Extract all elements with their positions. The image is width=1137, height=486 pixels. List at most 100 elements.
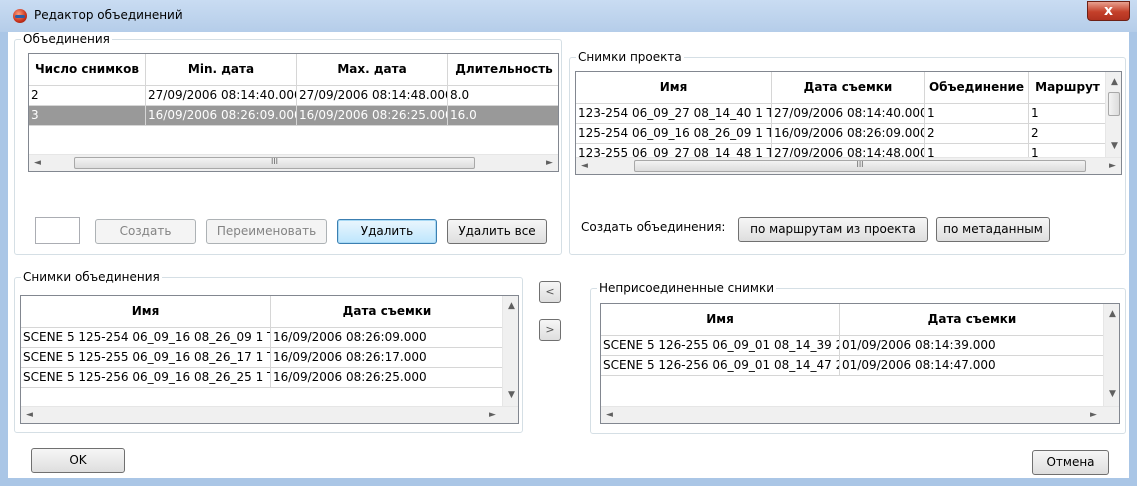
cell-name: SCENE 5 125-254 06_09_16 08_26_09 1 T — [21, 328, 271, 347]
cell-date: 27/09/2006 08:14:40.000 — [772, 104, 925, 123]
delete-button[interactable]: Удалить — [337, 219, 437, 244]
table-row[interactable]: SCENE 5 126-255 06_09_01 08_14_39 2 T 01… — [601, 336, 1104, 356]
move-left-button[interactable]: < — [539, 281, 561, 303]
scroll-left-icon[interactable]: ◄ — [601, 407, 618, 423]
rename-button[interactable]: Переименовать — [206, 219, 327, 244]
col-date[interactable]: Дата съемки — [772, 72, 925, 103]
table-row[interactable]: 2 27/09/2006 08:14:40.000 27/09/2006 08:… — [29, 86, 558, 106]
groupings-group: Объединения Число снимков Min. дата Max.… — [14, 32, 562, 255]
unattached-images-header: Имя Дата съемки — [601, 304, 1104, 336]
cell-grouping: 1 — [925, 104, 1029, 123]
cell-name: 123-254 06_09_27 08_14_40 1 T — [576, 104, 772, 123]
unattached-images-hscrollbar[interactable]: ◄ ► — [601, 406, 1119, 423]
window-title: Редактор объединений — [34, 8, 183, 22]
cell-min-date: 16/09/2006 08:26:09.000 — [146, 106, 297, 125]
cell-date: 01/09/2006 08:14:39.000 — [842, 338, 996, 352]
dialog-client-area: Объединения Число снимков Min. дата Max.… — [8, 32, 1129, 478]
col-duration[interactable]: Длительность — [448, 54, 558, 85]
cancel-button[interactable]: Отмена — [1032, 450, 1109, 475]
groupings-hscrollbar[interactable]: ◄ III ► — [29, 154, 558, 171]
scroll-down-icon[interactable]: ▼ — [1106, 138, 1121, 155]
scroll-left-icon[interactable]: ◄ — [29, 155, 46, 171]
table-row[interactable]: SCENE 5 125-255 06_09_16 08_26_17 1 T 16… — [21, 348, 503, 368]
unattached-images-group: Неприсоединенные снимки Имя Дата съемки … — [590, 281, 1126, 434]
scroll-right-icon[interactable]: ► — [1085, 407, 1102, 423]
col-max-date[interactable]: Max. дата — [297, 54, 448, 85]
cell-name: SCENE 5 125-256 06_09_16 08_26_25 1 T — [21, 368, 271, 387]
groupings-table[interactable]: Число снимков Min. дата Max. дата Длител… — [28, 53, 559, 172]
by-metadata-button[interactable]: по метаданным — [936, 217, 1050, 242]
cell-grouping: 2 — [925, 124, 1029, 143]
close-button[interactable]: x — [1087, 1, 1130, 21]
by-routes-button[interactable]: по маршрутам из проекта — [738, 217, 928, 242]
project-images-group: Снимки проекта Имя Дата съемки Объединен… — [569, 50, 1126, 255]
grouping-images-header: Имя Дата съемки — [21, 296, 503, 328]
col-name[interactable]: Имя — [601, 304, 840, 335]
scroll-left-icon[interactable]: ◄ — [21, 407, 38, 423]
cell-count: 2 — [29, 86, 146, 105]
delete-all-button[interactable]: Удалить все — [447, 219, 547, 244]
grouping-name-input[interactable] — [35, 217, 80, 244]
col-image-count[interactable]: Число снимков — [29, 54, 146, 85]
move-right-button[interactable]: > — [539, 319, 561, 341]
table-row[interactable]: 123-254 06_09_27 08_14_40 1 T 27/09/2006… — [576, 104, 1106, 124]
create-button[interactable]: Создать — [95, 219, 196, 244]
cell-date: 16/09/2006 08:26:09.000 — [273, 330, 427, 344]
scroll-left-icon[interactable]: ◄ — [576, 158, 593, 174]
cell-date: 16/09/2006 08:26:09.000 — [772, 124, 925, 143]
scroll-down-icon[interactable]: ▼ — [503, 387, 518, 404]
col-route[interactable]: Маршрут — [1029, 72, 1106, 103]
scroll-thumb[interactable]: III — [74, 157, 475, 169]
col-date[interactable]: Дата съемки — [840, 304, 1104, 335]
cell-date: 16/09/2006 08:26:17.000 — [273, 350, 427, 364]
project-images-vscrollbar[interactable]: ▲ ▼ — [1105, 72, 1121, 157]
cell-date: 16/09/2006 08:26:25.000 — [273, 370, 427, 384]
dialog-window: Редактор объединений x Объединения Число… — [0, 0, 1137, 486]
scroll-right-icon[interactable]: ► — [1104, 158, 1121, 174]
table-row[interactable]: SCENE 5 126-256 06_09_01 08_14_47 2 T 01… — [601, 356, 1104, 376]
scroll-thumb[interactable] — [1108, 92, 1120, 116]
cell-name: SCENE 5 126-256 06_09_01 08_14_47 2 T — [601, 356, 840, 375]
table-row[interactable]: SCENE 5 125-254 06_09_16 08_26_09 1 T 16… — [21, 328, 503, 348]
col-name[interactable]: Имя — [21, 296, 271, 327]
col-min-date[interactable]: Min. дата — [146, 54, 297, 85]
scroll-right-icon[interactable]: ► — [541, 155, 558, 171]
cell-min-date: 27/09/2006 08:14:40.000 — [146, 86, 297, 105]
project-images-table[interactable]: Имя Дата съемки Объединение Маршрут 123-… — [575, 71, 1122, 175]
cell-name: 125-254 06_09_16 08_26_09 1 T — [576, 124, 772, 143]
cell-name: SCENE 5 126-255 06_09_01 08_14_39 2 T — [601, 336, 840, 355]
col-grouping[interactable]: Объединение — [925, 72, 1029, 103]
unattached-images-title: Неприсоединенные снимки — [597, 281, 777, 296]
grouping-images-title: Снимки объединения — [21, 270, 162, 285]
scroll-thumb[interactable]: III — [634, 160, 1086, 172]
scroll-right-icon[interactable]: ► — [484, 407, 501, 423]
grouping-images-group: Снимки объединения Имя Дата съемки SCENE… — [14, 270, 523, 433]
title-bar[interactable]: Редактор объединений x — [0, 0, 1137, 32]
groupings-header: Число снимков Min. дата Max. дата Длител… — [29, 54, 558, 86]
cell-count: 3 — [29, 106, 146, 125]
col-name[interactable]: Имя — [576, 72, 772, 103]
scroll-up-icon[interactable]: ▲ — [1106, 74, 1121, 91]
app-globe-icon — [13, 9, 27, 23]
col-date[interactable]: Дата съемки — [271, 296, 503, 327]
create-groupings-label: Создать объединения: — [581, 220, 726, 234]
cell-duration: 16.0 — [450, 108, 477, 122]
grouping-images-table[interactable]: Имя Дата съемки SCENE 5 125-254 06_09_16… — [20, 295, 519, 424]
grouping-images-hscrollbar[interactable]: ◄ ► — [21, 406, 518, 423]
unattached-images-table[interactable]: Имя Дата съемки SCENE 5 126-255 06_09_01… — [600, 303, 1120, 424]
table-row[interactable]: SCENE 5 125-256 06_09_16 08_26_25 1 T 16… — [21, 368, 503, 388]
grouping-images-vscrollbar[interactable]: ▲ ▼ — [502, 296, 518, 406]
scroll-up-icon[interactable]: ▲ — [1104, 306, 1119, 323]
table-row[interactable]: 125-254 06_09_16 08_26_09 1 T 16/09/2006… — [576, 124, 1106, 144]
ok-button[interactable]: OK — [31, 448, 125, 473]
scroll-down-icon[interactable]: ▼ — [1104, 386, 1119, 403]
cell-route: 1 — [1031, 106, 1039, 120]
cell-duration: 8.0 — [450, 88, 470, 102]
cell-max-date: 27/09/2006 08:14:48.000 — [297, 86, 448, 105]
project-images-hscrollbar[interactable]: ◄ III ► — [576, 157, 1121, 174]
project-images-header: Имя Дата съемки Объединение Маршрут — [576, 72, 1106, 104]
table-row-selected[interactable]: 3 16/09/2006 08:26:09.000 16/09/2006 08:… — [29, 106, 558, 126]
unattached-images-vscrollbar[interactable]: ▲ ▼ — [1103, 304, 1119, 406]
project-images-title: Снимки проекта — [576, 50, 684, 65]
scroll-up-icon[interactable]: ▲ — [503, 298, 518, 315]
